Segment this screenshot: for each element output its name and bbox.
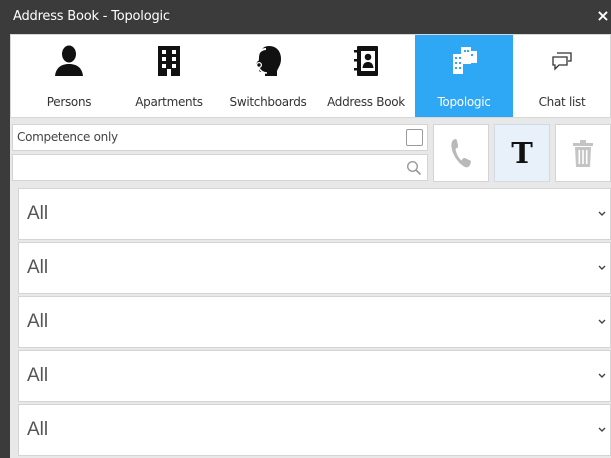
close-icon[interactable]: ×: [596, 7, 610, 25]
content-area: Persons Apartments Switchboards Address …: [10, 34, 611, 458]
tab-label: Persons: [46, 95, 92, 109]
filter-dropdown-5[interactable]: All: [18, 404, 611, 456]
tab-switchboards[interactable]: Switchboards: [219, 35, 317, 117]
chevron-down-icon: [598, 427, 606, 432]
delete-button[interactable]: [555, 124, 611, 182]
window-title: Address Book - Topologic: [13, 9, 170, 24]
dropdown-value: All: [27, 257, 49, 278]
filter-dropdown-4[interactable]: All: [18, 350, 611, 402]
tab-apartments[interactable]: Apartments: [119, 35, 219, 117]
person-icon: [19, 45, 119, 77]
tab-chat-list[interactable]: Chat list: [513, 35, 611, 117]
dropdown-value: All: [27, 311, 49, 332]
tab-label: Apartments: [135, 95, 203, 109]
dropdown-value: All: [27, 419, 49, 440]
chevron-down-icon: [598, 265, 606, 270]
dropdown-value: All: [27, 203, 49, 224]
topologic-buildings-icon: [415, 45, 513, 77]
phone-icon: [451, 138, 471, 168]
chat-icon: [513, 45, 611, 77]
competence-field: Competence only: [12, 124, 428, 151]
building-icon: [119, 45, 219, 77]
text-T-icon: T: [511, 136, 533, 170]
tab-topologic[interactable]: Topologic: [415, 35, 513, 117]
tab-address-book[interactable]: Address Book: [317, 35, 415, 117]
filter-dropdown-3[interactable]: All: [18, 296, 611, 348]
chevron-down-icon: [598, 373, 606, 378]
tab-label: Switchboards: [229, 95, 307, 109]
chevron-down-icon: [598, 319, 606, 324]
address-book-window: Address Book - Topologic × Persons Apart…: [0, 0, 611, 458]
contact-book-icon: [317, 45, 415, 77]
dropdown-value: All: [27, 365, 49, 386]
title-bar: Address Book - Topologic ×: [0, 0, 611, 34]
headset-icon: [219, 45, 317, 77]
tab-persons[interactable]: Persons: [19, 35, 119, 117]
search-field[interactable]: [12, 154, 428, 181]
tab-bar: Persons Apartments Switchboards Address …: [10, 34, 611, 118]
filter-dropdown-1[interactable]: All: [18, 188, 611, 240]
text-button[interactable]: T: [494, 124, 550, 182]
tab-label: Address Book: [327, 95, 405, 109]
tab-label: Topologic: [437, 95, 491, 109]
call-button[interactable]: [433, 124, 489, 182]
filter-row: Competence only T: [10, 124, 611, 184]
tab-label: Chat list: [538, 95, 586, 109]
competence-label: Competence only: [17, 130, 118, 144]
search-icon[interactable]: [406, 160, 422, 176]
search-input[interactable]: [17, 158, 397, 178]
filter-dropdown-2[interactable]: All: [18, 242, 611, 294]
chevron-down-icon: [598, 211, 606, 216]
trash-icon: [573, 140, 593, 167]
competence-checkbox[interactable]: [406, 129, 423, 146]
